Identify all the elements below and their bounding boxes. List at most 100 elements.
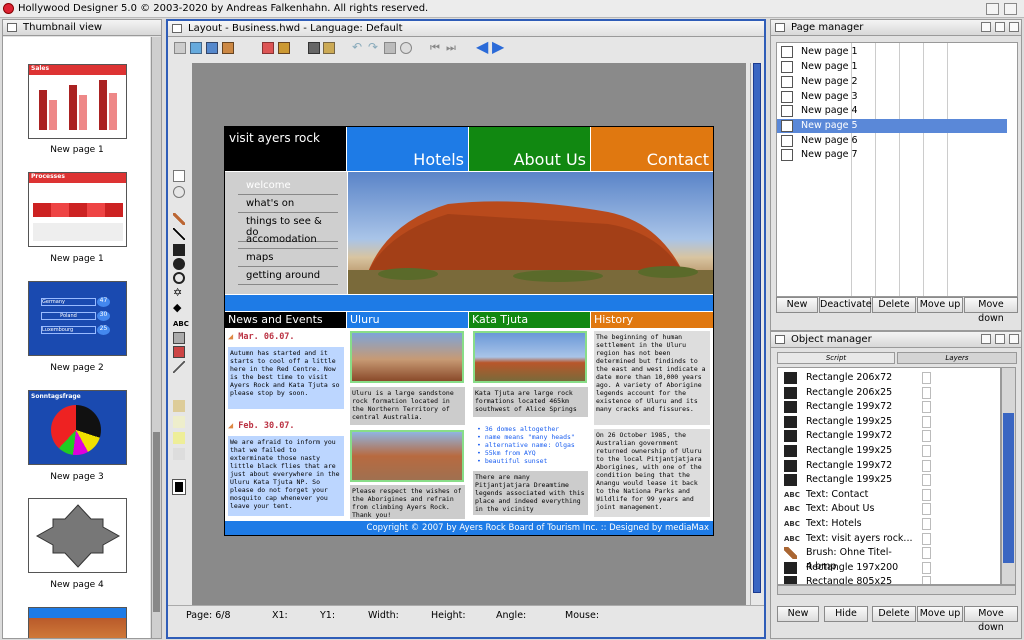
object-row[interactable]: Rectangle 199x25 [780,473,931,488]
object-visibility-checkbox[interactable] [922,401,931,414]
object-visibility-checkbox[interactable] [922,547,931,560]
object-row[interactable]: Rectangle 197x200 [780,561,931,576]
color-tool-icon[interactable] [173,432,185,444]
open-icon[interactable] [190,42,202,54]
copy-icon[interactable] [384,42,396,54]
object-row[interactable]: Rectangle 805x25 [780,575,931,584]
select-tool-icon[interactable] [173,170,185,182]
object-visibility-checkbox[interactable] [922,518,931,530]
thumbnail-scrollbar[interactable] [151,37,161,638]
page-row-4[interactable]: New page 3 [777,90,1007,104]
panel-iconify-icon[interactable] [981,22,991,32]
object-row[interactable]: Rectangle 199x25 [780,415,931,430]
page-row-1[interactable]: New page 1 [777,45,1007,59]
star-tool-icon[interactable]: ✡ [173,287,185,299]
object-row[interactable]: Rectangle 199x72 [780,429,931,444]
image-tool-icon[interactable] [173,332,185,344]
page-row-8[interactable]: New page 7 [777,148,1007,162]
object-row[interactable]: ABC Text: visit ayers rock... [780,532,931,547]
page-row-2[interactable]: New page 1 [777,60,1007,74]
object-visibility-checkbox[interactable] [922,372,931,384]
object-delete-button[interactable]: Delete [872,606,916,622]
object-visibility-checkbox[interactable] [922,386,931,399]
object-visibility-checkbox[interactable] [922,459,931,472]
color-swatch[interactable] [172,479,186,495]
page-delete-button[interactable]: Delete [872,297,916,313]
menu-accomodation[interactable]: accomodation [238,231,338,249]
object-movedown-button[interactable]: Move down [964,606,1018,633]
eraser-tool-icon[interactable] [173,416,185,428]
object-visibility-checkbox[interactable] [922,532,931,545]
object-row[interactable]: Rectangle 206x25 [780,386,931,401]
object-new-button[interactable]: New [777,606,819,622]
object-list-scrollbar[interactable] [1001,367,1016,585]
undo-icon[interactable]: ↶ [352,41,364,54]
paste-icon[interactable] [278,42,290,54]
panel-iconify-icon[interactable] [981,334,991,344]
layout-scrollbar[interactable] [750,63,762,617]
pen-tool-icon[interactable] [173,361,185,373]
thumbnail-page-5[interactable] [28,498,127,573]
brush-tool-icon[interactable] [173,213,185,225]
object-row[interactable]: Rectangle 199x72 [780,400,931,415]
menu-maps[interactable]: maps [238,249,338,267]
circle-tool-icon[interactable] [400,42,412,54]
zoom-button[interactable] [1004,3,1017,15]
line-tool-icon[interactable] [173,228,185,240]
object-row[interactable]: Rectangle 199x25 [780,444,931,459]
first-page-icon[interactable]: ⏮ [430,42,442,54]
nav-contact[interactable]: Contact [591,127,713,171]
redo-icon[interactable]: ↷ [368,41,380,54]
thumbnail-page-1[interactable]: Sales [28,64,127,139]
object-visibility-checkbox[interactable] [922,445,931,457]
object-moveup-button[interactable]: Move up [917,606,963,622]
menu-whats-on[interactable]: what's on [238,195,338,213]
thumbnail-page-3[interactable]: Germany 47 Poland 30 Luxembourg 25 [28,281,127,356]
object-visibility-checkbox[interactable] [922,415,931,428]
page-row-6-selected[interactable]: New page 5 [777,119,1007,133]
next-page-arrow-icon[interactable]: ▶ [492,39,504,55]
panel-depth-icon[interactable] [1009,22,1019,32]
object-visibility-checkbox[interactable] [922,503,931,516]
menu-welcome[interactable]: welcome [238,177,338,195]
text-tool-icon[interactable]: ABC [173,318,189,330]
tab-script[interactable]: Script [777,352,895,364]
page-movedown-button[interactable]: Move down [964,297,1018,324]
object-list-hscrollbar[interactable] [777,585,1016,595]
zoom-tool-icon[interactable] [323,42,335,54]
webpage-design[interactable]: visit ayers rock Hotels About Us Contact… [224,126,714,536]
polygon-tool-icon[interactable]: ◆ [173,302,185,314]
ellipse-tool-icon[interactable] [173,258,185,270]
fill-tool-icon[interactable] [173,400,185,412]
save-icon[interactable] [206,42,218,54]
prev-page-arrow-icon[interactable]: ◀ [476,39,488,55]
object-visibility-checkbox[interactable] [922,576,931,584]
panel-zoom-icon[interactable] [995,22,1005,32]
object-visibility-checkbox[interactable] [922,561,931,574]
thumbnail-page-6[interactable] [28,607,127,638]
object-row[interactable]: Rectangle 206x72 [780,371,931,386]
object-row[interactable]: ABC Text: About Us [780,502,931,517]
nav-hotels[interactable]: Hotels [347,127,468,171]
thumbnail-scroll-thumb[interactable] [153,432,160,612]
nav-about[interactable]: About Us [469,127,590,171]
iconify-button[interactable] [986,3,999,15]
panel-zoom-icon[interactable] [995,334,1005,344]
page-deactivate-button[interactable]: Deactivate [819,297,872,313]
trash-tool-icon[interactable] [173,448,185,460]
rectangle-tool-icon[interactable] [173,244,185,256]
new-icon[interactable] [174,42,186,54]
page-row-3[interactable]: New page 2 [777,75,1007,89]
tab-layers[interactable]: Layers [897,352,1017,364]
last-page-icon[interactable]: ⏭ [446,42,458,54]
screen-icon[interactable] [308,42,320,54]
panel-depth-icon[interactable] [1009,334,1019,344]
page-row-7[interactable]: New page 6 [777,134,1007,148]
cut-icon[interactable] [262,42,274,54]
page-moveup-button[interactable]: Move up [917,297,963,313]
anim-tool-icon[interactable] [173,346,185,358]
arc-tool-icon[interactable] [173,272,185,284]
object-row[interactable]: Rectangle 199x72 [780,459,931,474]
object-visibility-checkbox[interactable] [922,430,931,443]
magnifier-tool-icon[interactable] [173,186,185,198]
